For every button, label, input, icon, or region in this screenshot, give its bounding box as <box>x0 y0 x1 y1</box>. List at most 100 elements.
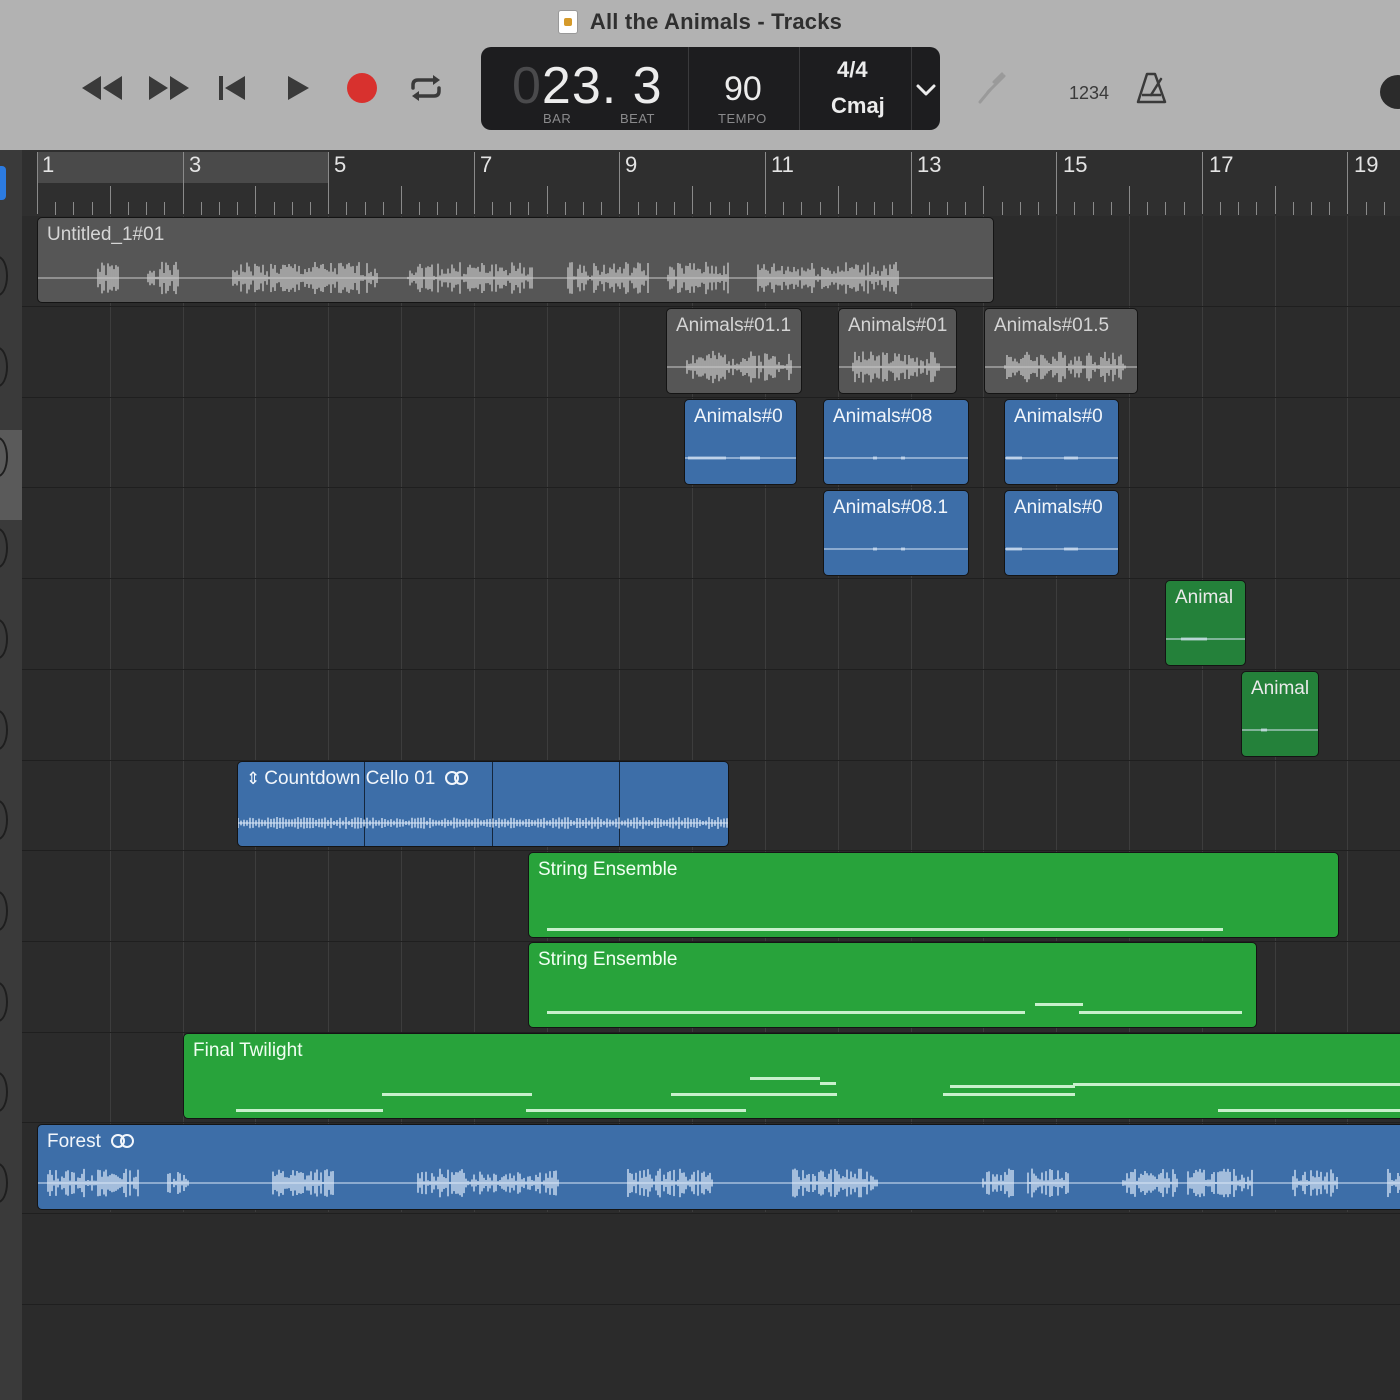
waveform <box>824 547 968 551</box>
ruler-tick <box>310 202 311 215</box>
lane-separator <box>22 759 1400 761</box>
beat-label: BEAT <box>620 111 655 126</box>
key-signature[interactable]: Cmaj <box>831 93 885 119</box>
midi-note <box>547 1011 1025 1014</box>
grid-line <box>109 216 111 1212</box>
bar-label-1: 1 <box>42 152 55 177</box>
tempo-value[interactable]: 90 <box>724 70 762 109</box>
lane-separator <box>22 487 1400 489</box>
ruler-tick <box>783 202 785 215</box>
loop-divider <box>619 762 620 846</box>
region-animals-01-5[interactable]: Animals#01.5 <box>984 308 1138 394</box>
count-in-button[interactable]: 1234 <box>1069 75 1109 106</box>
region-name: String Ensemble <box>538 859 678 880</box>
ruler-tick <box>1383 202 1385 215</box>
waveform <box>985 351 1137 383</box>
lane-separator <box>22 306 1400 307</box>
lane-separator <box>22 1031 1400 1033</box>
ruler-tick <box>1092 202 1094 215</box>
region-animal-a[interactable]: Animal <box>1165 580 1246 666</box>
bar-label-15: 15 <box>1063 152 1088 177</box>
lcd-menu-chevron-icon[interactable] <box>912 76 940 109</box>
region-forest[interactable]: Forest <box>37 1124 1400 1210</box>
bar-label-13: 13 <box>917 152 942 177</box>
document-icon <box>557 10 578 34</box>
play-button[interactable] <box>282 68 314 108</box>
ruler-tick <box>1019 202 1021 215</box>
waveform <box>238 817 728 829</box>
midi-note <box>950 1085 1075 1088</box>
region-name: Animals#01.1 <box>676 315 792 336</box>
midi-note <box>526 1109 746 1112</box>
waveform <box>1242 728 1318 732</box>
region-untitled-1-01[interactable]: Untitled_1#01 <box>37 217 994 303</box>
midi-note <box>236 1109 383 1112</box>
region-string-ensemble-1[interactable]: String Ensemble <box>528 852 1339 938</box>
record-button[interactable] <box>344 68 380 108</box>
ruler-tick <box>837 186 839 214</box>
ruler-tick <box>273 202 275 215</box>
midi-note <box>750 1077 820 1080</box>
region-final-twilight[interactable]: Final Twilight <box>183 1033 1400 1119</box>
lane-separator <box>22 578 1400 580</box>
ruler-tick <box>1311 202 1312 215</box>
ruler-tick <box>983 186 985 214</box>
ruler-tick <box>1329 202 1331 215</box>
midi-note <box>1035 1003 1083 1006</box>
region-name: Animals#08.1 <box>833 497 949 518</box>
ruler-tick <box>37 152 38 214</box>
region-animals-0-c[interactable]: Animals#0 <box>1004 490 1119 576</box>
region-animals-01[interactable]: Animals#01 <box>838 308 957 394</box>
region-animals-0-b[interactable]: Animals#0 <box>1004 399 1119 485</box>
lane-separator <box>22 668 1400 670</box>
ruler-tick <box>1274 186 1276 214</box>
ruler-tick <box>455 202 457 215</box>
ruler-tick <box>856 202 857 215</box>
ruler-tick <box>1129 186 1130 214</box>
ruler-tick <box>510 202 512 215</box>
ruler-tick <box>382 202 384 215</box>
ruler-tick <box>583 202 584 215</box>
region-string-ensemble-2[interactable]: String Ensemble <box>528 942 1257 1028</box>
midi-note <box>1079 1011 1242 1014</box>
metronome-button[interactable] <box>1132 68 1172 108</box>
go-to-start-icon <box>219 76 245 100</box>
region-animals-08-1[interactable]: Animals#08.1 <box>823 490 969 576</box>
time-signature[interactable]: 4/4 <box>837 57 868 83</box>
region-name: Animal <box>1175 587 1234 608</box>
region-animals-01-1[interactable]: Animals#01.1 <box>666 308 802 394</box>
rewind-button[interactable] <box>80 68 124 108</box>
region-animals-08[interactable]: Animals#08 <box>823 399 969 485</box>
window-title-text: All the Animals - Tracks <box>589 9 843 34</box>
go-to-start-button[interactable] <box>214 68 250 108</box>
cycle-icon <box>411 75 441 101</box>
region-countdown-cello-01[interactable]: ⇕ Countdown Cello 01 <box>237 761 729 847</box>
ruler-tick <box>637 202 639 215</box>
region-animal-b[interactable]: Animal <box>1241 671 1319 757</box>
region-name: Animal <box>1251 678 1310 699</box>
ruler-tick <box>601 202 603 215</box>
ruler-tick <box>492 202 493 215</box>
tuner-button[interactable] <box>972 68 1012 108</box>
ruler-tick <box>73 202 75 215</box>
loop-divider <box>492 762 493 846</box>
ruler-tick <box>437 202 439 215</box>
bar-label-7: 7 <box>480 152 493 177</box>
midi-note <box>820 1082 836 1085</box>
ruler-tick <box>728 202 730 215</box>
region-name: Forest <box>47 1131 101 1152</box>
region-name: Countdown Cello 01 <box>264 768 436 789</box>
fast-forward-button[interactable] <box>147 68 191 108</box>
region-animals-0-a[interactable]: Animals#0 <box>684 399 797 485</box>
toolbar-overflow-button[interactable] <box>1380 75 1400 109</box>
record-icon <box>347 73 377 103</box>
ruler-tick <box>1347 152 1349 214</box>
waveform <box>685 456 796 460</box>
tuner-icon <box>978 72 1006 104</box>
cycle-button[interactable] <box>406 68 446 108</box>
play-icon <box>288 76 309 100</box>
region-name: Animals#01 <box>848 315 948 336</box>
midi-note <box>547 928 1223 931</box>
ruler-tick <box>910 152 912 214</box>
ruler-tick <box>146 202 148 215</box>
